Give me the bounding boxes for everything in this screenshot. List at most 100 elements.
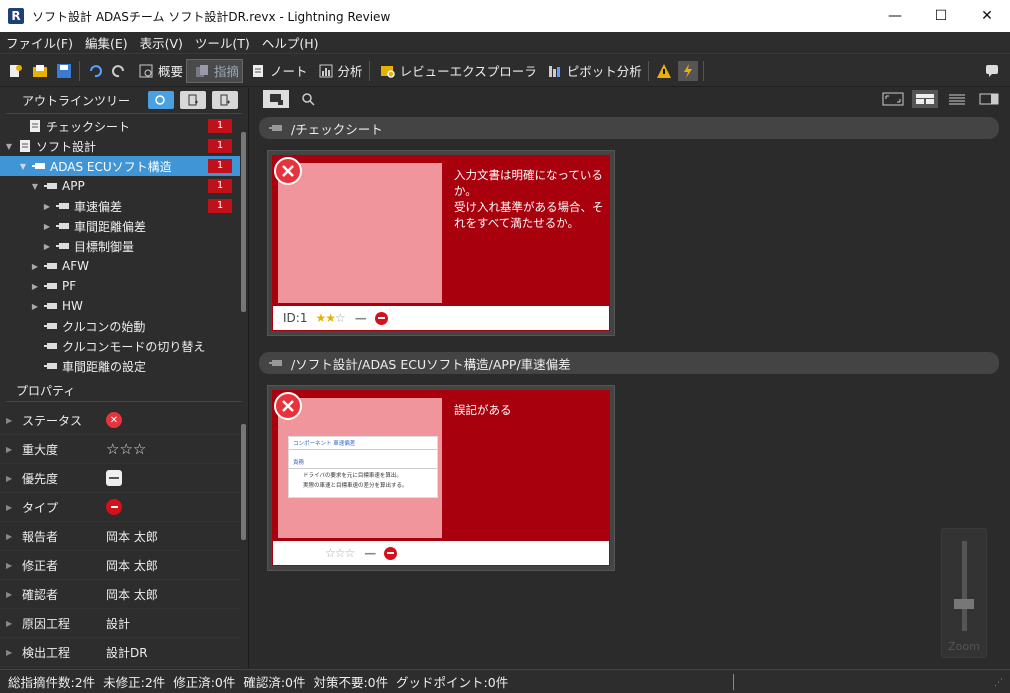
severity-stars: ☆☆☆ (325, 546, 355, 560)
prop-detect-phase[interactable]: ▶ 検出工程 設計DR (0, 638, 240, 667)
issues-label: 指摘 (214, 64, 240, 79)
tree-item[interactable]: ▶ 目標制御量 (0, 236, 240, 256)
side-panel-icon[interactable] (976, 90, 1002, 108)
issue-count-badge: 1 (208, 119, 232, 133)
menu-tools[interactable]: ツール(T) (189, 33, 256, 52)
prop-fixer[interactable]: ▶ 修正者 岡本 太郎 (0, 551, 240, 580)
redo-icon[interactable] (109, 61, 129, 81)
open-folder-icon[interactable] (30, 61, 50, 81)
tree-item[interactable]: クルコンの始動 (0, 316, 240, 336)
tree-item[interactable]: ▶ AFW (0, 256, 240, 276)
component-icon (56, 239, 70, 253)
prop-cause-phase[interactable]: ▶ 原因工程 設計 (0, 609, 240, 638)
close-button[interactable]: ✕ (964, 0, 1010, 32)
collapse-arrow-icon[interactable]: ▶ (30, 302, 40, 311)
issue-count-badge: 1 (208, 139, 232, 153)
tree-item[interactable]: ▼ ソフト設計 1 (0, 136, 240, 156)
zoom-slider[interactable]: Zoom (941, 528, 987, 658)
undo-icon[interactable] (85, 61, 105, 81)
warning-icon[interactable] (654, 61, 674, 81)
priority-dash: — (364, 546, 377, 560)
tree-scrollbar[interactable] (241, 132, 246, 312)
properties-scrollbar[interactable] (241, 424, 246, 540)
zoom-track[interactable] (962, 541, 967, 631)
pivot-button[interactable]: ピボット分析 (540, 59, 645, 83)
menu-edit[interactable]: 編集(E) (79, 33, 134, 52)
zoom-handle[interactable] (954, 599, 974, 609)
menu-file[interactable]: ファイル(F) (0, 33, 79, 52)
properties-panel: ▶ ステータス ✕ ▶ 重大度 ☆☆☆ ▶ 優先度 ▶ タイプ ▶ 報告者 岡本 太郎 ▶… (0, 406, 240, 667)
issue-count-badge: 1 (208, 179, 232, 193)
note-button[interactable]: ノート (243, 59, 311, 83)
expand-arrow-icon[interactable]: ▼ (18, 162, 28, 171)
component-icon (269, 121, 283, 136)
document-preview: コンポーネント 車速偏差 責務 ドライバの要求を元に目標車速を算出。 実際の車速… (288, 436, 438, 498)
group-header-checksheet[interactable]: /チェックシート (259, 117, 999, 139)
prop-reporter[interactable]: ▶ 報告者 岡本 太郎 (0, 522, 240, 551)
issues-view: /チェックシート 入力文書は明確になっているか。 受け入れ基準がある場合、それを… (251, 88, 1010, 668)
issues-button[interactable]: 指摘 (186, 58, 244, 83)
card-view-icon[interactable] (912, 90, 938, 108)
component-icon (269, 356, 283, 371)
tree-item[interactable]: ▼ APP 1 (0, 176, 240, 196)
lightning-icon[interactable] (677, 60, 698, 81)
card-footer: ☆☆☆ — (273, 541, 609, 565)
issue-description: 入力文書は明確になっているか。 受け入れ基準がある場合、それをすべて満たせるか。 (454, 168, 604, 230)
tree-item[interactable]: クルコンモードの切り替え (0, 336, 240, 356)
collapse-arrow-icon[interactable]: ▶ (30, 262, 40, 271)
menu-view[interactable]: 表示(V) (134, 33, 189, 52)
prop-type[interactable]: ▶ タイプ (0, 493, 240, 522)
component-icon (44, 259, 58, 273)
card-thumbnail (278, 163, 442, 303)
minimize-button[interactable]: — (872, 0, 918, 32)
comment-icon[interactable] (982, 61, 1002, 81)
search-icon[interactable] (295, 90, 321, 108)
issue-id: ID:1 (283, 311, 308, 325)
collapse-arrow-icon[interactable]: ▶ (30, 282, 40, 291)
type-icon (106, 499, 122, 515)
component-icon (44, 299, 58, 313)
analysis-button[interactable]: 分析 (311, 59, 366, 83)
add-issue-icon[interactable] (263, 90, 289, 108)
menu-bar: ファイル(F) 編集(E) 表示(V) ツール(T) ヘルプ(H) (0, 32, 1010, 54)
menu-help[interactable]: ヘルプ(H) (256, 33, 325, 52)
tree-item-selected[interactable]: ▼ ADAS ECUソフト構造 1 (0, 156, 240, 176)
prop-status[interactable]: ▶ ステータス ✕ (0, 406, 240, 435)
save-icon[interactable] (54, 61, 74, 81)
tree-item[interactable]: ▶ 車速偏差 1 (0, 196, 240, 216)
prop-severity[interactable]: ▶ 重大度 ☆☆☆ (0, 435, 240, 464)
new-file-icon[interactable] (6, 61, 26, 81)
collapse-arrow-icon[interactable]: ▶ (42, 202, 52, 211)
resize-grip-icon[interactable]: ⋰ (994, 678, 1006, 690)
prop-priority[interactable]: ▶ 優先度 (0, 464, 240, 493)
tree-item[interactable]: ▶ PF (0, 276, 240, 296)
document-icon (18, 139, 32, 153)
priority-icon (106, 470, 122, 486)
prop-confirmer[interactable]: ▶ 確認者 岡本 太郎 (0, 580, 240, 609)
tree-item[interactable]: ▶ HW (0, 296, 240, 316)
maximize-button[interactable]: ☐ (918, 0, 964, 32)
document-icon (28, 119, 42, 133)
component-icon (44, 319, 58, 333)
review-explorer-button[interactable]: レビューエクスプローラ (373, 59, 540, 83)
collapse-arrow-icon[interactable]: ▶ (42, 242, 52, 251)
tree-item[interactable]: ▶ 車間距離偏差 (0, 216, 240, 236)
issue-card[interactable]: 入力文書は明確になっているか。 受け入れ基準がある場合、それをすべて満たせるか。… (267, 150, 615, 336)
tree-item[interactable]: チェックシート 1 (0, 116, 240, 136)
expand-arrow-icon[interactable]: ▼ (30, 182, 40, 191)
group-header-speed-deviation[interactable]: /ソフト設計/ADAS ECUソフト構造/APP/車速偏差 (259, 352, 999, 374)
collapse-arrow-icon[interactable]: ▶ (42, 222, 52, 231)
pivot-chart-icon (545, 61, 565, 81)
search-tree-button[interactable] (148, 91, 174, 109)
card-footer: ID:1 ★★☆ — (273, 306, 609, 330)
overview-button[interactable]: 概要 (131, 59, 186, 83)
tree-item[interactable]: 車間距離の設定 (0, 356, 240, 376)
issue-card[interactable]: コンポーネント 車速偏差 責務 ドライバの要求を元に目標車速を算出。 実際の車速… (267, 385, 615, 571)
add-document-button[interactable] (180, 91, 206, 109)
add-bookmark-button[interactable] (212, 91, 238, 109)
bar-chart-icon (316, 61, 336, 81)
list-view-icon[interactable] (944, 90, 970, 108)
fit-view-icon[interactable] (880, 90, 906, 108)
overview-label: 概要 (158, 64, 184, 79)
expand-arrow-icon[interactable]: ▼ (4, 142, 14, 151)
